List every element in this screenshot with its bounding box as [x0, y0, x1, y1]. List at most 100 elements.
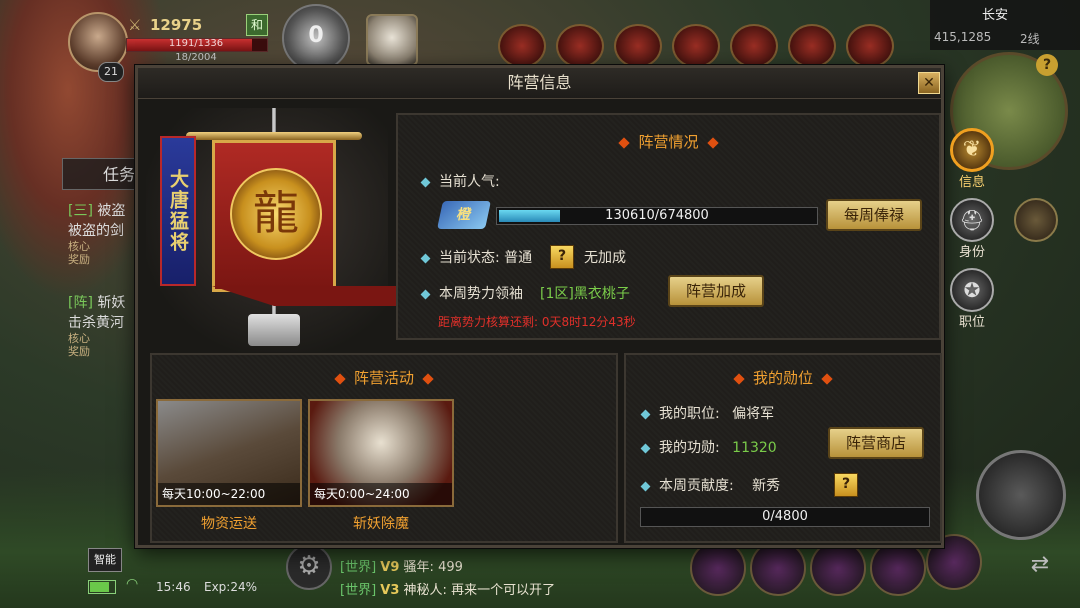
section-title: 我的勋位 [626, 367, 940, 388]
activity-name[interactable]: 物资运送 [156, 513, 302, 533]
quest-tab-label: 任务 [103, 165, 136, 184]
minimap-line[interactable]: 2线 [1020, 30, 1040, 47]
merit-value: 11320 [732, 440, 777, 456]
activity-card-supply[interactable]: 每天10:00~22:00 [156, 399, 302, 507]
leader-row: 本周势力领袖 [420, 283, 523, 303]
quest-desc: 被盗的剑 [68, 223, 124, 239]
contribution-help-icon[interactable]: ? [834, 473, 858, 497]
faction-status-panel: 阵营情况 当前人气: 橙 130610/674800 每周俸禄 当前状态: 普通… [396, 113, 941, 340]
faction-shop-button[interactable]: 阵营商店 [828, 427, 924, 459]
faction-banner: 龍 大唐猛将 [146, 108, 460, 352]
compass-icon[interactable] [1014, 198, 1058, 242]
faction-badge: 橙 [437, 201, 491, 229]
activity-time: 每天10:00~22:00 [158, 483, 300, 505]
helmet-icon: ⛑ [959, 208, 985, 232]
activity-name[interactable]: 斩妖除魔 [308, 513, 454, 533]
activity-time: 每天0:00~24:00 [310, 483, 452, 505]
tab-identity-label: 身份 [958, 245, 985, 260]
faction-activities-panel: 阵营活动 每天10:00~22:00 物资运送 每天0:00~24:00 斩妖除… [150, 353, 618, 543]
quest-tag: [阵] [68, 295, 93, 311]
palace-icon[interactable] [846, 24, 894, 68]
dialog-title: 阵营信息 [507, 73, 572, 92]
position-row: 我的职位: 偏将军 [640, 403, 775, 423]
pet-portrait-icon[interactable] [366, 14, 418, 66]
section-title: 阵营活动 [152, 367, 616, 388]
leader-label: 本周势力领袖 [439, 286, 523, 302]
quest-rewards: 核心奖励 [68, 240, 90, 266]
wifi-icon: ◠ [126, 576, 139, 592]
peace-mode-badge[interactable]: 和 [246, 14, 268, 36]
my-rank-panel: 我的勋位 我的职位: 偏将军 我的功勋: 11320 阵营商店 本周贡献度: 新… [624, 353, 942, 543]
status-label: 当前状态: 普通 [439, 250, 533, 266]
emblem-icon: ✪ [963, 278, 981, 302]
chat-vip: V9 [380, 560, 400, 575]
merit-label: 我的功勋: [659, 440, 720, 456]
activity-card-demon[interactable]: 每天0:00~24:00 [308, 399, 454, 507]
chat-message: 499 [438, 560, 463, 575]
smart-mode-button[interactable]: 智能 [88, 548, 122, 572]
minimap-coords: 415,1285 [934, 30, 992, 44]
minimap-city: 长安 [981, 8, 1008, 23]
quest-rewards: 核心奖励 [68, 332, 90, 358]
skill-4-icon[interactable] [870, 540, 926, 596]
chat-panel[interactable]: [世界] V9 骚年: 499 [世界] V3 神秘人: 再来一个可以开了 [340, 556, 680, 598]
tab-info[interactable]: ❦ [950, 128, 994, 172]
merit-row: 我的功勋: 11320 [640, 437, 777, 457]
position-label: 我的职位: [659, 406, 720, 422]
status-help-icon[interactable]: ? [550, 245, 574, 269]
ranking-icon[interactable] [730, 24, 778, 68]
banner-base [248, 314, 300, 346]
shop-icon[interactable] [556, 24, 604, 68]
help-icon[interactable]: ? [1036, 54, 1058, 76]
weekly-salary-button[interactable]: 每周俸禄 [826, 199, 922, 231]
switch-target-icon[interactable]: ⇄ [1024, 552, 1056, 584]
quest-title: 斩妖 [97, 295, 126, 311]
vip-emblem[interactable]: 0 [282, 4, 350, 72]
mp-text: 18/2004 [175, 52, 217, 63]
ginkgo-leaf-icon: ❦ [962, 137, 982, 162]
gift-icon[interactable] [614, 24, 662, 68]
chat-line: [世界] V9 骚年: 499 [340, 556, 680, 575]
contribution-value: 新秀 [752, 478, 781, 494]
quest-item-2[interactable]: [阵] 斩妖 击杀黄河 核心奖励 [68, 292, 134, 358]
contribution-label: 本周贡献度: [659, 478, 734, 494]
chat-vip: V3 [380, 583, 400, 598]
tab-identity[interactable]: ⛑ [950, 198, 994, 242]
chat-user: 骚年: [403, 560, 434, 575]
status-effect: 无加成 [584, 250, 626, 266]
tab-position-label: 职位 [958, 315, 985, 330]
skill-2-icon[interactable] [750, 540, 806, 596]
chat-user: 神秘人: [403, 583, 447, 598]
section-title: 阵营情况 [398, 131, 939, 152]
contribution-progress: 0/4800 [640, 507, 930, 527]
popularity-text: 130610/674800 [605, 208, 709, 223]
crossed-swords-icon: ⚔ [128, 16, 142, 34]
tab-position[interactable]: ✪ [950, 268, 994, 312]
quest-item-1[interactable]: [三] 被盗 被盗的剑 核心奖励 [68, 200, 134, 266]
chat-channel: [世界] [340, 560, 377, 575]
skill-1-icon[interactable] [690, 540, 746, 596]
activity-icon[interactable] [672, 24, 720, 68]
attack-button[interactable] [976, 450, 1066, 540]
quest-tag: [三] [68, 203, 93, 219]
event-icon[interactable] [498, 24, 546, 68]
popularity-progress: 130610/674800 [496, 207, 818, 225]
popularity-label: 当前人气: [439, 174, 500, 190]
settlement-countdown: 距离势力核算还剩: 0天8时12分43秒 [438, 315, 636, 329]
close-button[interactable]: ✕ [918, 72, 940, 94]
contribution-progress-text: 0/4800 [762, 509, 808, 524]
quest-desc: 击杀黄河 [68, 315, 124, 331]
leader-name[interactable]: [1区]黑衣桃子 [540, 283, 630, 303]
faction-bonus-button[interactable]: 阵营加成 [668, 275, 764, 307]
battery-icon [88, 580, 116, 594]
scroll-icon[interactable] [788, 24, 836, 68]
contribution-row: 本周贡献度: 新秀 [640, 475, 781, 495]
faction-info-dialog: 阵营信息 ✕ 龍 大唐猛将 阵营情况 当前人气: 橙 130610/674800… [135, 65, 944, 548]
banner-crossbar [186, 132, 362, 140]
gear-icon[interactable]: ⚙ [286, 544, 332, 590]
faction-motto: 大唐猛将 [160, 136, 196, 286]
chat-line: [世界] V3 神秘人: 再来一个可以开了 [340, 579, 680, 598]
popularity-row: 当前人气: [420, 171, 500, 191]
position-value: 偏将军 [732, 406, 775, 422]
skill-3-icon[interactable] [810, 540, 866, 596]
